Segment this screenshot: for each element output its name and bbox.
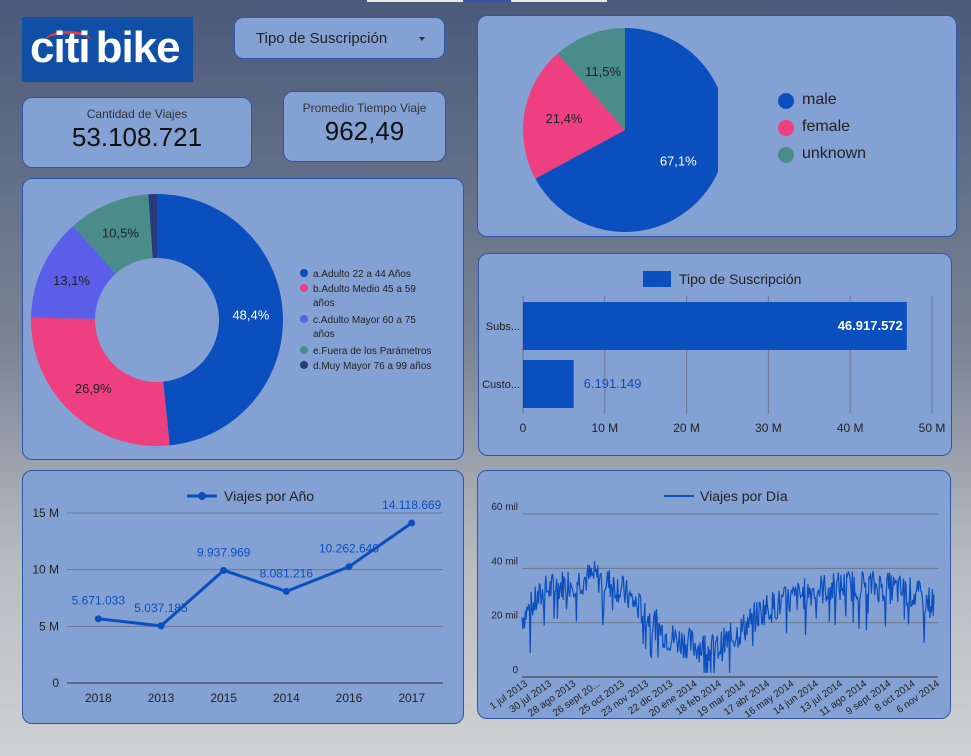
data-point: [157, 622, 165, 630]
data-label: 8.081.216: [260, 566, 314, 580]
per-year-card: 0 5 M 10 M 15 M 5.671.033 2018 5.037.185 2013 9.…: [22, 470, 464, 724]
legend-dot-icon: [300, 361, 308, 369]
x-tick-label: 10 M: [591, 421, 618, 435]
top-tab-right[interactable]: [511, 0, 607, 2]
x-tick-label: 30 M: [755, 421, 782, 435]
x-tick-label: 2013: [148, 691, 175, 705]
data-label: 5.037.185: [134, 601, 188, 615]
legend-dot-icon: [778, 147, 794, 163]
gender-slice-label: 21,4%: [546, 111, 583, 126]
y-tick-label: 5 M: [39, 619, 59, 633]
series-line: [521, 561, 935, 673]
kpi-avg-label: Promedio Tiempo Viaje: [302, 101, 427, 115]
chart-title: Viajes por Día: [700, 488, 788, 504]
y-tick-label: 40 mil: [491, 556, 518, 567]
subscription-bar-card: 0 10 M 20 M 30 M 40 M 50 M Tipo de Suscripción…: [478, 253, 952, 456]
data-label: 14.118.669: [382, 498, 441, 512]
citibike-logo: citi bike: [22, 17, 193, 82]
bar: [523, 360, 574, 408]
kpi-avg-card: Promedio Tiempo Viaje 962,49: [283, 91, 446, 162]
legend-label: female: [802, 118, 851, 135]
logo-text: citi bike: [30, 23, 181, 72]
chart-title: Viajes por Año: [224, 488, 314, 504]
y-tick-label: 60 mil: [491, 502, 518, 513]
age-slice-label: 13,1%: [53, 273, 90, 288]
top-tab-left[interactable]: [367, 0, 463, 2]
legend-label: male: [802, 91, 837, 108]
legend-label: unknown: [802, 145, 867, 162]
per-day-card: 0 20 mil 40 mil 60 mil Viajes por Día 1 jul 2…: [477, 470, 951, 719]
data-point: [345, 563, 353, 571]
y-tick-label: 0: [52, 676, 59, 690]
x-tick-label: 40 M: [837, 421, 864, 435]
legend-swatch-icon: [643, 271, 671, 287]
legend-label: d.Muy Mayor 76 a 99 años: [313, 361, 432, 372]
per-year-line-chart: 0 5 M 10 M 15 M 5.671.033 2018 5.037.185 2013 9.…: [32, 488, 443, 705]
y-tick-label: 0: [512, 665, 518, 676]
data-label: 5.671.033: [72, 594, 126, 608]
legend-dot-icon: [300, 269, 308, 277]
x-tick-label: 20 M: [673, 421, 700, 435]
bar-value-label: 6.191.149: [584, 376, 642, 391]
age-slice-label: 48,4%: [232, 307, 269, 322]
legend-dot-icon: [778, 120, 794, 136]
data-point: [408, 519, 416, 527]
y-tick-label: 15 M: [32, 506, 59, 520]
dropdown-label: Tipo de Suscripción: [256, 30, 388, 47]
data-point: [220, 566, 228, 574]
chart-title: Tipo de Suscripción: [679, 271, 801, 287]
legend-label: e.Fuera de los Parámetros: [313, 346, 432, 357]
legend-dot-icon: [300, 284, 308, 292]
gender-slice-label: 11,5%: [585, 64, 621, 79]
x-tick-label: 2014: [273, 691, 300, 705]
y-tick-label: 10 M: [32, 563, 59, 577]
data-point: [282, 587, 290, 595]
subscription-filter-dropdown[interactable]: Tipo de Suscripción: [234, 17, 445, 59]
data-label: 10.262.649: [319, 542, 379, 556]
y-tick-label: 20 mil: [491, 611, 518, 622]
gender-pie-chart: 67,1% 21,4% 11,5%: [523, 28, 718, 232]
x-tick-label: 2016: [336, 691, 363, 705]
age-donut-chart: 48,4% 26,9% 13,1% 10,5%: [30, 194, 284, 446]
x-tick-label: 0: [520, 421, 527, 435]
kpi-trips-value: 53.108.721: [71, 122, 203, 152]
data-point: [94, 615, 102, 623]
legend-dot-icon: [300, 346, 308, 354]
top-tab-active[interactable]: [463, 0, 511, 2]
per-day-line-chart: 020 mil40 mil60 milViajes por Día1 jul 2…: [488, 488, 942, 718]
x-tick-label: 2018: [85, 691, 112, 705]
caret-down-icon: [419, 37, 425, 41]
x-tick-label: 50 M: [919, 421, 946, 435]
kpi-trips-card: Cantidad de Viajes 53.108.721: [22, 97, 252, 168]
legend-marker-icon: [198, 492, 206, 500]
gender-slice-label: 67,1%: [660, 154, 697, 169]
x-tick-label: 2017: [398, 691, 425, 705]
bar-value-label: 46.917.572: [838, 318, 903, 333]
legend-label: a.Adulto 22 a 44 Años: [313, 269, 411, 280]
x-tick-label: 2015: [210, 691, 237, 705]
age-slice-label: 26,9%: [75, 381, 112, 396]
y-tick-label: Custo...: [482, 379, 520, 391]
legend-dot-icon: [300, 315, 308, 323]
age-donut-card: 48,4% 26,9% 13,1% 10,5% a.Adulto 22 a 44 Añ…: [22, 178, 464, 460]
legend-dot-icon: [778, 93, 794, 109]
legend-label: c.Adulto Mayor 60 a 75 años: [313, 315, 416, 340]
age-slice-label: 10,5%: [102, 225, 139, 240]
kpi-trips-label: Cantidad de Viajes: [86, 107, 188, 121]
y-tick-label: Subs...: [486, 321, 520, 333]
kpi-avg-value: 962,49: [324, 116, 405, 146]
gender-pie-card: 67,1% 21,4% 11,5% male female unknown: [477, 15, 957, 237]
legend-label: b.Adulto Medio 45 a 59 años: [313, 284, 416, 309]
data-label: 9.937.969: [197, 545, 251, 559]
subscription-bar-chart: 0 10 M 20 M 30 M 40 M 50 M Tipo de Suscripción…: [482, 271, 946, 435]
